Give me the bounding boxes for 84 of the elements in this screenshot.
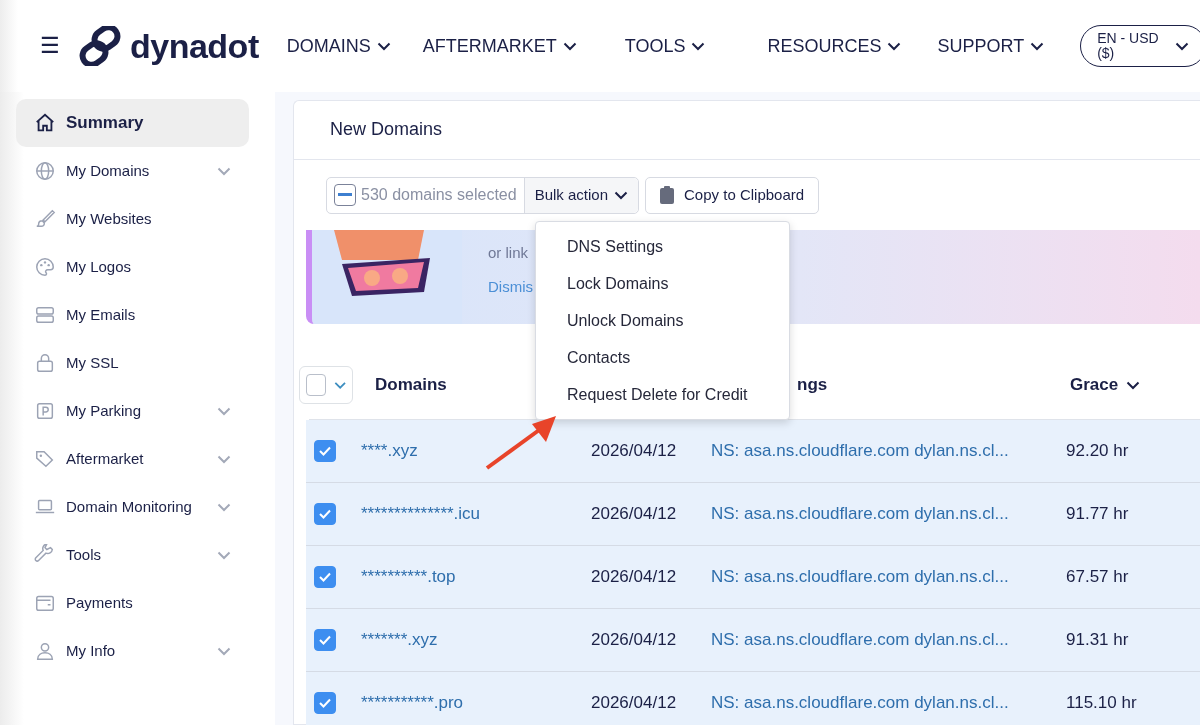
nameserver-link[interactable]: NS: asa.ns.cloudflare.com dylan.ns.cl... — [711, 629, 1009, 649]
sidebar-item[interactable]: Payments — [16, 579, 249, 627]
clipboard-icon — [660, 186, 675, 205]
user-icon — [34, 640, 56, 662]
sidebar-item[interactable]: My Parking — [16, 387, 249, 435]
bulk-action-button[interactable]: Bulk action — [524, 177, 639, 213]
banner-text: or link — [488, 242, 528, 263]
row-checkbox[interactable] — [314, 565, 336, 588]
card-title: New Domains — [294, 101, 1200, 160]
date-cell: 2026/04/12 — [591, 503, 677, 523]
nav-menu-item[interactable]: TOOLS — [624, 32, 706, 60]
sidebar-item[interactable]: My Domains — [16, 147, 249, 195]
date-cell: 2026/04/12 — [591, 629, 677, 649]
grace-cell: 92.20 hr — [1066, 440, 1129, 460]
language-selector[interactable]: EN - USD ($) — [1080, 25, 1200, 67]
date-cell: 2026/04/12 — [591, 692, 677, 712]
selection-count: 530 domains selected — [361, 185, 517, 206]
copy-button[interactable]: Copy to Clipboard — [645, 176, 820, 214]
grace-cell: 115.10 hr — [1066, 692, 1137, 712]
chevron-down-icon — [376, 41, 391, 51]
check-icon — [319, 697, 331, 708]
menu-item[interactable]: DNS Settings — [536, 228, 789, 265]
menu-icon[interactable]: ☰ — [40, 35, 60, 57]
brand-name[interactable]: dynadot — [130, 20, 259, 72]
lock-icon — [34, 352, 56, 374]
sidebar-item[interactable]: My SSL — [16, 339, 249, 387]
grace-cell: 91.77 hr — [1066, 503, 1129, 523]
select-all-control[interactable] — [299, 366, 353, 405]
check-icon — [319, 508, 331, 519]
chevron-down-icon — [1030, 41, 1045, 51]
column-header: ngs — [797, 375, 828, 395]
menu-item[interactable]: Unlock Domains — [536, 302, 789, 339]
grace-cell: 91.31 hr — [1066, 629, 1129, 649]
sidebar-item[interactable]: Aftermarket — [16, 435, 249, 483]
chevron-down-icon — [333, 380, 346, 390]
menu-item[interactable]: Request Delete for Credit — [536, 376, 789, 413]
home-icon — [34, 112, 56, 134]
row-checkbox[interactable] — [314, 439, 336, 462]
nameserver-link[interactable]: NS: asa.ns.cloudflare.com dylan.ns.cl... — [711, 566, 1009, 586]
sidebar-item[interactable]: My Logos — [16, 243, 249, 291]
parking-icon — [34, 400, 56, 422]
select-checkbox[interactable] — [334, 184, 356, 207]
nameserver-link[interactable]: NS: asa.ns.cloudflare.com dylan.ns.cl... — [711, 692, 1009, 712]
domain-link[interactable]: *******.xyz — [361, 629, 438, 649]
chevron-down-icon — [691, 41, 706, 51]
domain-link[interactable]: **************.icu — [361, 503, 481, 523]
chevron-down-icon — [1175, 41, 1190, 51]
sidebar-item[interactable]: Summary — [16, 99, 249, 147]
domain-link[interactable]: ***********.pro — [361, 692, 464, 712]
brush-icon — [34, 208, 56, 230]
nav-menu-item[interactable]: DOMAINS — [286, 32, 391, 60]
chevron-down-icon — [887, 41, 902, 51]
grace-cell: 67.57 hr — [1066, 566, 1129, 586]
row-checkbox[interactable] — [314, 502, 336, 525]
arrow-annotation — [485, 416, 556, 470]
date-cell: 2026/04/12 — [591, 440, 677, 460]
date-cell: 2026/04/12 — [591, 566, 677, 586]
server-icon — [34, 304, 56, 326]
nav-menu-item[interactable]: SUPPORT — [937, 32, 1045, 60]
nav-menu-item[interactable]: AFTERMARKET — [422, 32, 577, 60]
nav-menu-item[interactable]: RESOURCES — [767, 32, 902, 60]
minus-icon — [338, 193, 352, 198]
sidebar-item[interactable]: My Websites — [16, 195, 249, 243]
sidebar-item[interactable]: My Emails — [16, 291, 249, 339]
tag-icon — [34, 448, 56, 470]
check-icon — [319, 634, 331, 645]
row-checkbox[interactable] — [314, 628, 336, 651]
logo-icon — [78, 26, 122, 66]
nameserver-link[interactable]: NS: asa.ns.cloudflare.com dylan.ns.cl... — [711, 503, 1009, 523]
domain-link[interactable]: **********.top — [361, 566, 456, 586]
chevron-down-icon — [562, 41, 577, 51]
sidebar-item[interactable]: Domain Monitoring — [16, 483, 249, 531]
column-header[interactable]: Grace — [1070, 372, 1141, 398]
palette-icon — [34, 256, 56, 278]
sidebar-item[interactable]: My Info — [16, 627, 249, 675]
menu-item[interactable]: Contacts — [536, 339, 789, 376]
check-icon — [319, 571, 331, 582]
globe-icon — [34, 160, 56, 182]
domain-link[interactable]: ****.xyz — [361, 440, 418, 460]
row-checkbox[interactable] — [314, 691, 336, 714]
sidebar-item[interactable]: Tools — [16, 531, 249, 579]
nameserver-link[interactable]: NS: asa.ns.cloudflare.com dylan.ns.cl... — [711, 440, 1009, 460]
check-icon — [319, 445, 331, 456]
menu-item[interactable]: Lock Domains — [536, 265, 789, 302]
